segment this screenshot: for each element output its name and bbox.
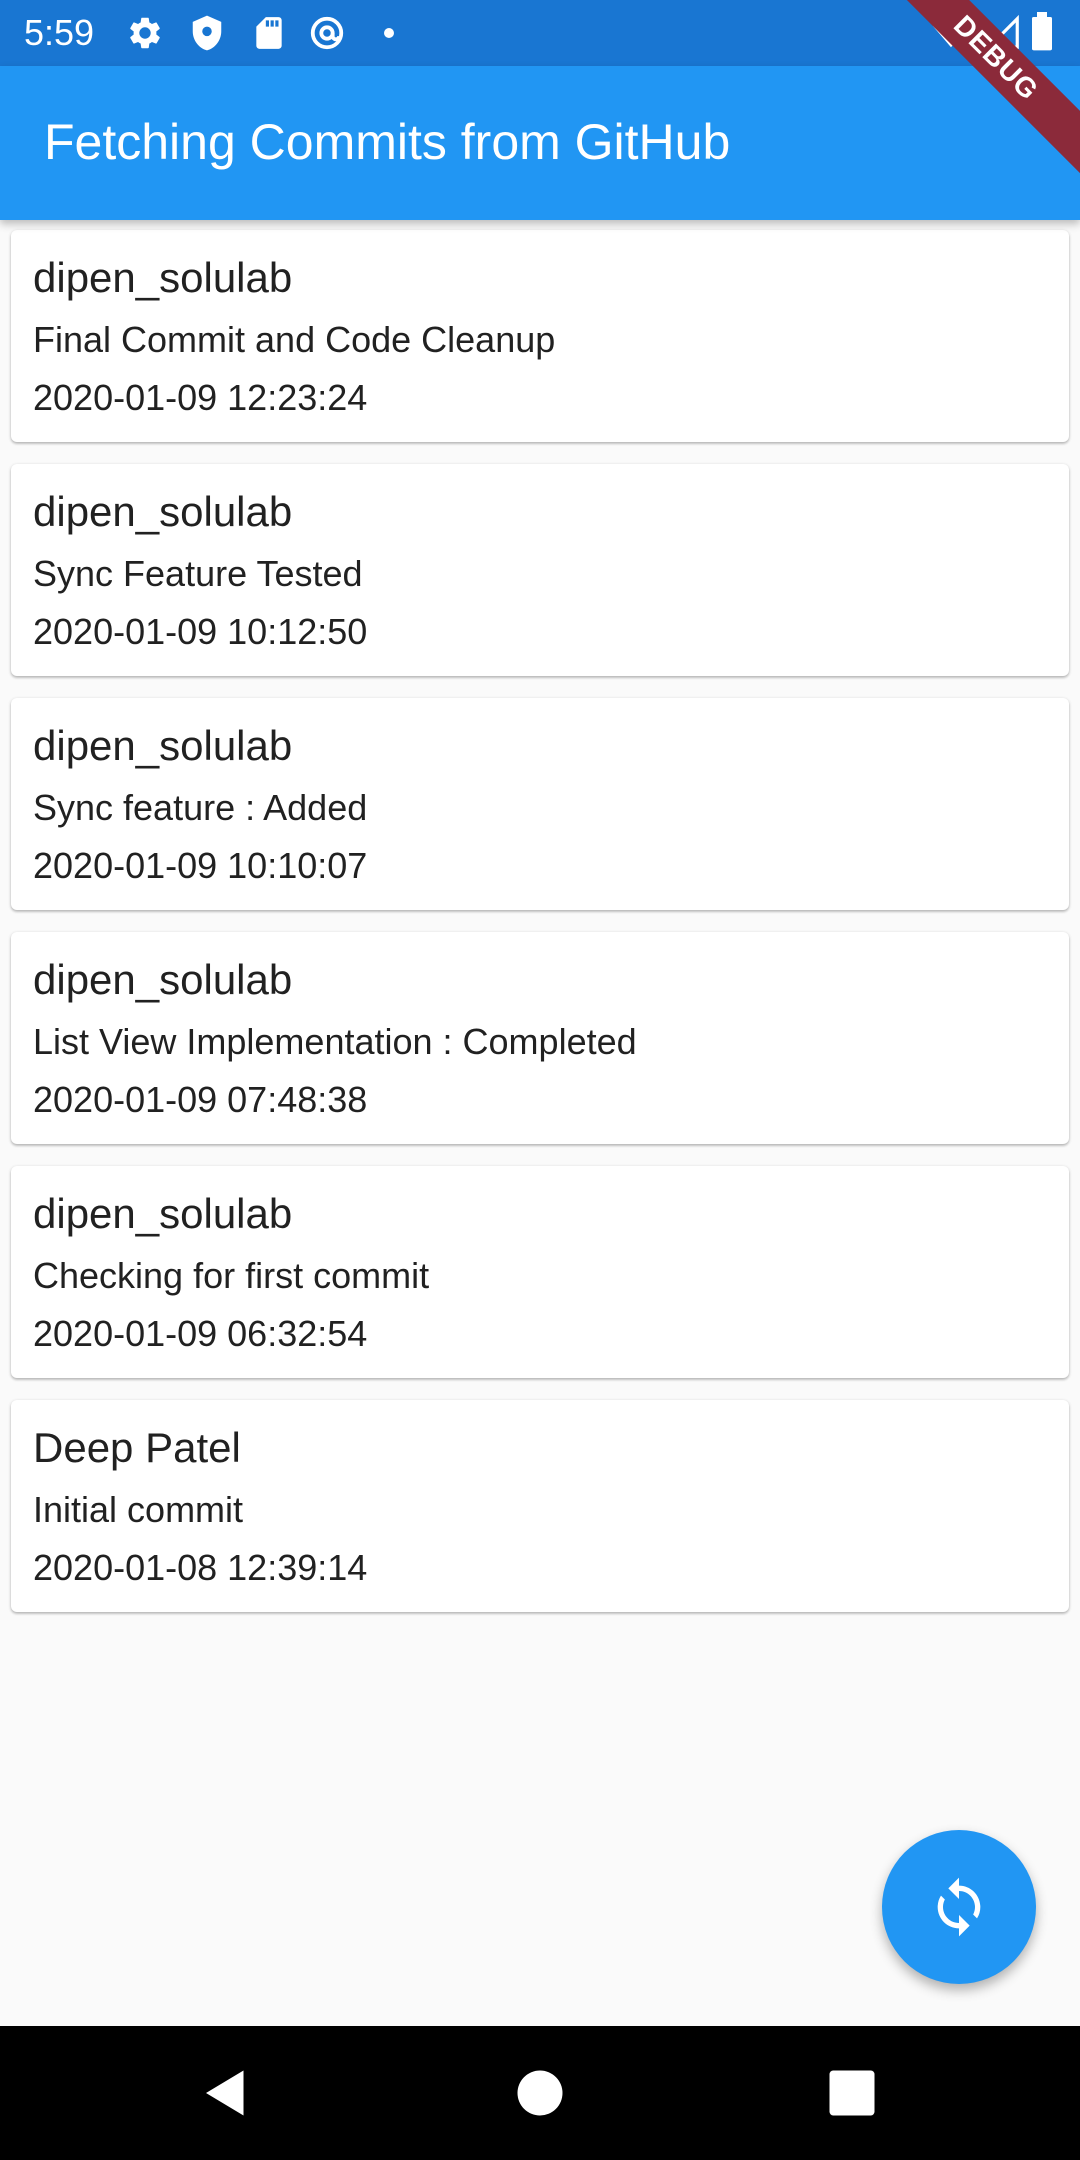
commit-card[interactable]: dipen_solulab Final Commit and Code Clea… bbox=[11, 230, 1069, 442]
commit-date: 2020-01-09 07:48:38 bbox=[33, 1079, 368, 1120]
commit-author: dipen_solulab bbox=[33, 488, 293, 535]
commit-message: Sync feature : Added bbox=[33, 787, 368, 828]
recents-icon[interactable] bbox=[822, 2063, 882, 2123]
sync-button[interactable] bbox=[882, 1830, 1036, 1984]
battery-icon bbox=[1030, 12, 1060, 52]
back-icon[interactable] bbox=[196, 2063, 256, 2123]
status-time: 5:59 bbox=[24, 12, 95, 53]
commit-message: List View Implementation : Completed bbox=[33, 1021, 637, 1062]
sd-card-icon bbox=[250, 14, 288, 52]
dot-icon bbox=[374, 14, 404, 52]
sync-icon bbox=[927, 1875, 991, 1939]
commit-date: 2020-01-09 10:12:50 bbox=[33, 611, 368, 652]
commit-author: dipen_solulab bbox=[33, 956, 293, 1003]
app-bar: Fetching Commits from GitHub bbox=[0, 66, 1080, 220]
commit-card[interactable]: dipen_solulab Checking for first commit … bbox=[11, 1166, 1069, 1378]
commit-message: Sync Feature Tested bbox=[33, 553, 363, 594]
shield-icon bbox=[188, 14, 226, 52]
commit-author: Deep Patel bbox=[33, 1424, 241, 1471]
screen: 5:59 Fetching Commits from GitHub DEBUG bbox=[0, 0, 1080, 2160]
commit-date: 2020-01-09 10:10:07 bbox=[33, 845, 368, 886]
commit-author: dipen_solulab bbox=[33, 254, 293, 301]
navigation-bar bbox=[0, 2026, 1080, 2160]
at-sign-icon bbox=[308, 14, 346, 52]
commit-author: dipen_solulab bbox=[33, 722, 293, 769]
commit-date: 2020-01-09 06:32:54 bbox=[33, 1313, 368, 1354]
gear-icon bbox=[126, 14, 164, 52]
commit-card[interactable]: dipen_solulab List View Implementation :… bbox=[11, 932, 1069, 1144]
commit-message: Final Commit and Code Cleanup bbox=[33, 319, 556, 360]
commit-card[interactable]: dipen_solulab Sync Feature Tested 2020-0… bbox=[11, 464, 1069, 676]
commit-message: Checking for first commit bbox=[33, 1255, 430, 1296]
commit-date: 2020-01-08 12:39:14 bbox=[33, 1547, 368, 1588]
home-icon[interactable] bbox=[510, 2063, 570, 2123]
commit-list: dipen_solulab Final Commit and Code Clea… bbox=[11, 230, 1069, 1634]
commit-date: 2020-01-09 12:23:24 bbox=[33, 377, 368, 418]
commit-author: dipen_solulab bbox=[33, 1190, 293, 1237]
page-title: Fetching Commits from GitHub bbox=[44, 114, 731, 170]
commit-card[interactable]: Deep Patel Initial commit 2020-01-08 12:… bbox=[11, 1400, 1069, 1612]
commit-message: Initial commit bbox=[33, 1489, 244, 1530]
commit-card[interactable]: dipen_solulab Sync feature : Added 2020-… bbox=[11, 698, 1069, 910]
